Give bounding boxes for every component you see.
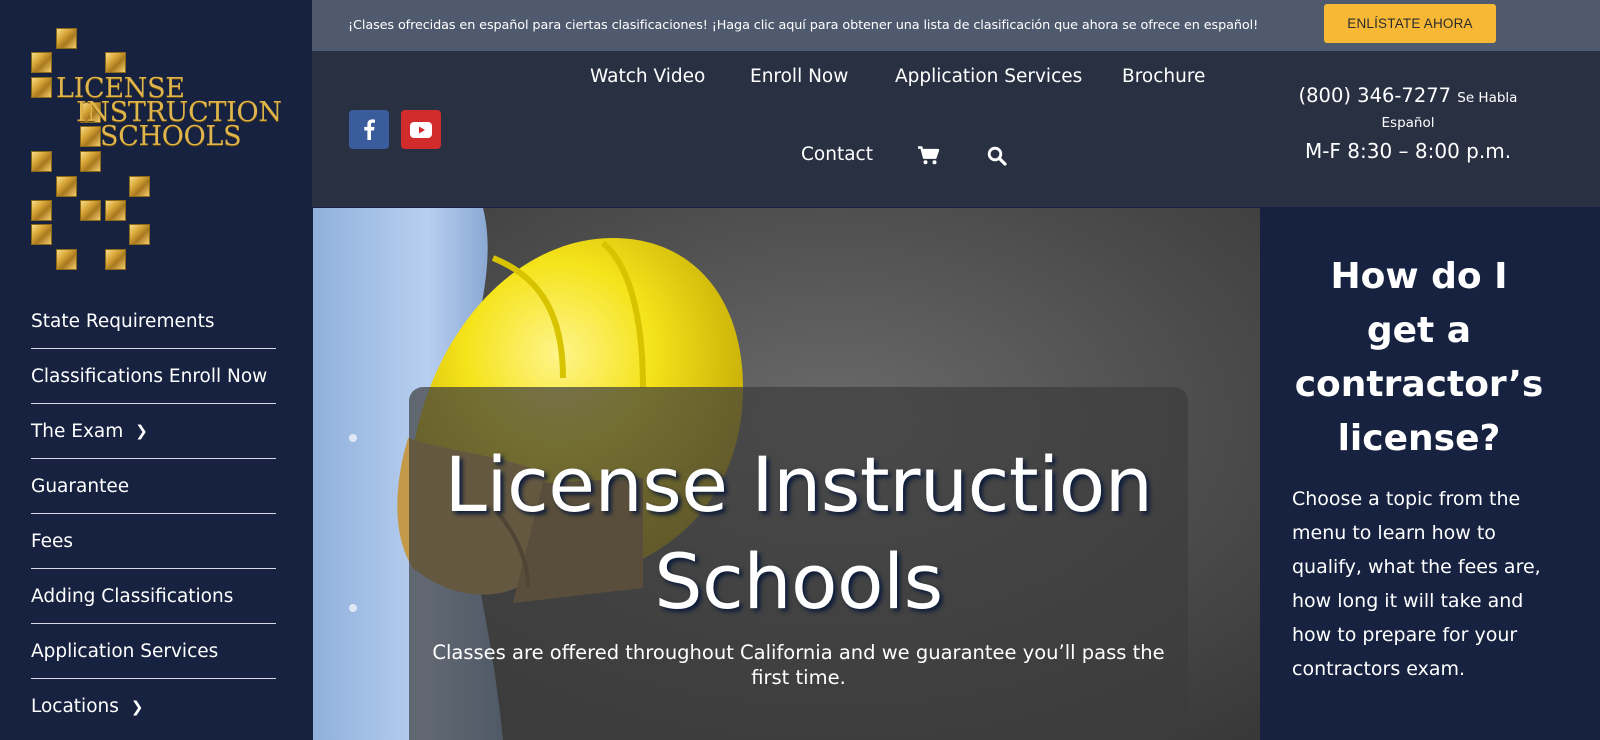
info-heading: How do I get a contractor’s license? [1261,250,1577,466]
phone-line: (800) 346-7277 Se Habla [1288,84,1528,107]
youtube-icon [410,121,432,138]
info-panel: How do I get a contractor’s license? Cho… [1261,208,1600,740]
logo-square [129,176,150,197]
spanish-classes-banner: ¡Clases ofrecidas en español para cierta… [312,0,1600,51]
info-heading-line: get a [1366,310,1472,351]
left-sidebar: LICENSE INSTRUCTION SCHOOLS State Requir… [0,0,312,740]
logo-square [56,249,77,270]
nav-brochure[interactable]: Brochure [1122,66,1205,87]
logo-square [129,224,150,245]
logo-square [31,200,52,221]
nav-application-services[interactable]: Application Services [895,66,1082,87]
logo-square [80,151,101,172]
logo-square [31,77,52,98]
chevron-right-icon: ❯ [135,422,148,440]
sidebar-menu: State Requirements Classifications Enrol… [31,294,276,734]
sidebar-item-label: The Exam [31,420,124,442]
logo-square [31,224,52,245]
business-hours: M-F 8:30 – 8:00 p.m. [1304,139,1512,163]
site-logo[interactable]: LICENSE INSTRUCTION SCHOOLS [28,26,282,274]
logo-square [80,126,101,147]
info-heading-line: license? [1337,418,1501,459]
sidebar-item-label: Application Services [31,640,219,662]
logo-square [31,52,52,73]
enroll-now-spanish-button[interactable]: ENLÍSTATE AHORA [1324,4,1496,43]
cart-icon[interactable] [918,146,940,169]
cart-icon-svg [918,146,940,165]
facebook-icon [364,119,375,140]
search-icon[interactable] [987,146,1007,170]
logo-square [80,200,101,221]
hero-title: License Instruction Schools [409,436,1188,630]
logo-square [56,176,77,197]
phone-number[interactable]: (800) 346-7277 [1299,84,1452,107]
sidebar-item-label: Guarantee [31,475,130,497]
logo-square [105,249,126,270]
phone-note: Se Habla [1457,90,1518,106]
sidebar-item-label: State Requirements [31,310,215,332]
facebook-button[interactable] [349,110,389,149]
info-heading-line: contractor’s [1294,364,1544,405]
logo-square [105,52,126,73]
sidebar-item-locations[interactable]: Locations ❯ [31,679,276,734]
search-icon-svg [987,146,1007,166]
hero-subtitle: Classes are offered throughout Californi… [432,641,1165,689]
sidebar-item-application-services[interactable]: Application Services [31,624,276,679]
banner-text[interactable]: ¡Clases ofrecidas en español para cierta… [348,18,1258,33]
sidebar-item-label: Classifications Enroll Now [31,365,268,387]
hero-title-line: Schools [654,537,943,626]
chevron-right-icon: ❯ [130,697,144,716]
logo-text-line: SCHOOLS [100,121,242,152]
sidebar-item-label: Locations [31,696,119,717]
sidebar-item-state-requirements[interactable]: State Requirements [31,294,276,349]
info-heading-line: How do I [1330,256,1508,297]
sidebar-item-the-exam[interactable]: The Exam ❯ [31,404,276,459]
sidebar-item-adding-classifications[interactable]: Adding Classifications [31,569,276,624]
sidebar-item-classifications[interactable]: Classifications Enroll Now [31,349,276,404]
sidebar-item-fees[interactable]: Fees [31,514,276,569]
nav-enroll-now[interactable]: Enroll Now [750,66,848,87]
sidebar-item-label: Fees [31,530,74,552]
info-body: Choose a topic from the menu to learn ho… [1292,488,1541,680]
hero-title-line: License Instruction [444,440,1153,529]
logo-square [105,200,126,221]
sidebar-item-label: Adding Classifications [31,585,234,607]
nav-contact[interactable]: Contact [801,144,873,165]
hero-banner: License Instruction Schools Classes are … [313,208,1260,740]
phone-note-espanol: Español [1381,115,1435,131]
logo-square [31,151,52,172]
youtube-button[interactable] [401,110,441,149]
sidebar-item-guarantee[interactable]: Guarantee [31,459,276,514]
logo-square [56,28,77,49]
nav-watch-video[interactable]: Watch Video [590,66,705,87]
contact-info: (800) 346-7277 Se Habla Español M-F 8:30… [1288,84,1528,163]
